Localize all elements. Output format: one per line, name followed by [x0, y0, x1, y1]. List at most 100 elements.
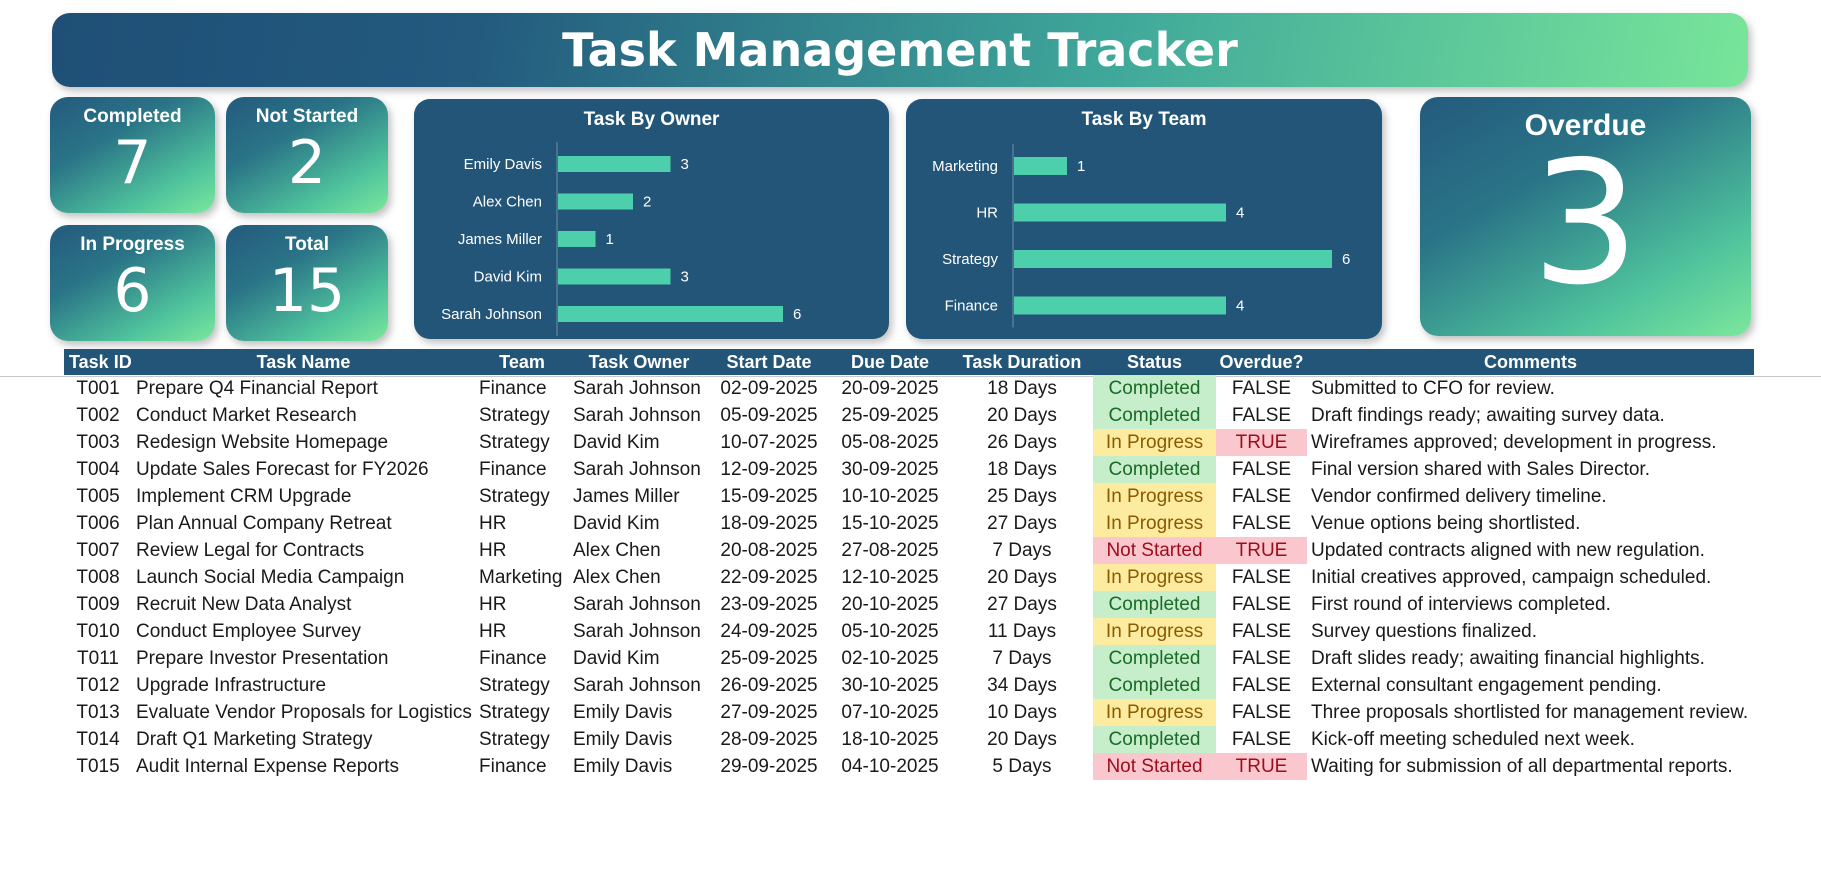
- overdue-cell[interactable]: FALSE: [1216, 645, 1307, 672]
- due-date-cell[interactable]: 27-08-2025: [829, 537, 951, 564]
- task-id-cell[interactable]: T003: [64, 429, 132, 456]
- overdue-cell[interactable]: TRUE: [1216, 429, 1307, 456]
- due-date-cell[interactable]: 10-10-2025: [829, 483, 951, 510]
- task-id-cell[interactable]: T009: [64, 591, 132, 618]
- status-cell[interactable]: Not Started: [1093, 753, 1216, 780]
- overdue-cell[interactable]: FALSE: [1216, 699, 1307, 726]
- task-name-cell[interactable]: Audit Internal Expense Reports: [132, 753, 475, 780]
- task-owner-cell[interactable]: Emily Davis: [569, 699, 709, 726]
- overdue-cell[interactable]: FALSE: [1216, 672, 1307, 699]
- team-cell[interactable]: Strategy: [475, 726, 569, 753]
- task-duration-cell[interactable]: 10 Days: [951, 699, 1093, 726]
- start-date-cell[interactable]: 05-09-2025: [709, 402, 829, 429]
- due-date-cell[interactable]: 18-10-2025: [829, 726, 951, 753]
- overdue-cell[interactable]: FALSE: [1216, 456, 1307, 483]
- team-cell[interactable]: Finance: [475, 753, 569, 780]
- status-cell[interactable]: Completed: [1093, 375, 1216, 402]
- overdue-cell[interactable]: FALSE: [1216, 483, 1307, 510]
- start-date-cell[interactable]: 02-09-2025: [709, 375, 829, 402]
- task-owner-cell[interactable]: Sarah Johnson: [569, 591, 709, 618]
- comments-cell[interactable]: Submitted to CFO for review.: [1307, 375, 1754, 402]
- task-owner-cell[interactable]: David Kim: [569, 645, 709, 672]
- comments-cell[interactable]: Draft slides ready; awaiting financial h…: [1307, 645, 1754, 672]
- header-task-name[interactable]: Task Name: [132, 349, 475, 375]
- task-id-cell[interactable]: T014: [64, 726, 132, 753]
- due-date-cell[interactable]: 07-10-2025: [829, 699, 951, 726]
- task-id-cell[interactable]: T004: [64, 456, 132, 483]
- task-owner-cell[interactable]: James Miller: [569, 483, 709, 510]
- comments-cell[interactable]: Initial creatives approved, campaign sch…: [1307, 564, 1754, 591]
- team-cell[interactable]: HR: [475, 591, 569, 618]
- task-id-cell[interactable]: T010: [64, 618, 132, 645]
- task-owner-cell[interactable]: Emily Davis: [569, 726, 709, 753]
- status-cell[interactable]: In Progress: [1093, 510, 1216, 537]
- start-date-cell[interactable]: 26-09-2025: [709, 672, 829, 699]
- task-name-cell[interactable]: Conduct Market Research: [132, 402, 475, 429]
- task-owner-cell[interactable]: David Kim: [569, 510, 709, 537]
- task-name-cell[interactable]: Update Sales Forecast for FY2026: [132, 456, 475, 483]
- task-name-cell[interactable]: Redesign Website Homepage: [132, 429, 475, 456]
- status-cell[interactable]: In Progress: [1093, 429, 1216, 456]
- start-date-cell[interactable]: 29-09-2025: [709, 753, 829, 780]
- task-owner-cell[interactable]: Alex Chen: [569, 564, 709, 591]
- task-duration-cell[interactable]: 18 Days: [951, 456, 1093, 483]
- start-date-cell[interactable]: 22-09-2025: [709, 564, 829, 591]
- task-duration-cell[interactable]: 7 Days: [951, 645, 1093, 672]
- start-date-cell[interactable]: 15-09-2025: [709, 483, 829, 510]
- status-cell[interactable]: Completed: [1093, 591, 1216, 618]
- comments-cell[interactable]: Updated contracts aligned with new regul…: [1307, 537, 1754, 564]
- task-owner-cell[interactable]: Sarah Johnson: [569, 456, 709, 483]
- start-date-cell[interactable]: 28-09-2025: [709, 726, 829, 753]
- status-cell[interactable]: In Progress: [1093, 699, 1216, 726]
- task-owner-cell[interactable]: Sarah Johnson: [569, 672, 709, 699]
- status-cell[interactable]: In Progress: [1093, 564, 1216, 591]
- task-name-cell[interactable]: Conduct Employee Survey: [132, 618, 475, 645]
- team-cell[interactable]: Strategy: [475, 699, 569, 726]
- status-cell[interactable]: Completed: [1093, 672, 1216, 699]
- header-due-date[interactable]: Due Date: [829, 349, 951, 375]
- task-duration-cell[interactable]: 25 Days: [951, 483, 1093, 510]
- team-cell[interactable]: Strategy: [475, 672, 569, 699]
- task-name-cell[interactable]: Upgrade Infrastructure: [132, 672, 475, 699]
- task-duration-cell[interactable]: 27 Days: [951, 591, 1093, 618]
- team-cell[interactable]: Strategy: [475, 402, 569, 429]
- team-cell[interactable]: Strategy: [475, 429, 569, 456]
- header-overdue[interactable]: Overdue?: [1216, 349, 1307, 375]
- comments-cell[interactable]: First round of interviews completed.: [1307, 591, 1754, 618]
- task-id-cell[interactable]: T006: [64, 510, 132, 537]
- header-task-duration[interactable]: Task Duration: [951, 349, 1093, 375]
- comments-cell[interactable]: Draft findings ready; awaiting survey da…: [1307, 402, 1754, 429]
- team-cell[interactable]: Finance: [475, 375, 569, 402]
- due-date-cell[interactable]: 15-10-2025: [829, 510, 951, 537]
- comments-cell[interactable]: Vendor confirmed delivery timeline.: [1307, 483, 1754, 510]
- due-date-cell[interactable]: 25-09-2025: [829, 402, 951, 429]
- status-cell[interactable]: Completed: [1093, 456, 1216, 483]
- task-duration-cell[interactable]: 11 Days: [951, 618, 1093, 645]
- task-id-cell[interactable]: T002: [64, 402, 132, 429]
- due-date-cell[interactable]: 12-10-2025: [829, 564, 951, 591]
- overdue-cell[interactable]: FALSE: [1216, 510, 1307, 537]
- comments-cell[interactable]: Three proposals shortlisted for manageme…: [1307, 699, 1754, 726]
- status-cell[interactable]: Completed: [1093, 645, 1216, 672]
- start-date-cell[interactable]: 23-09-2025: [709, 591, 829, 618]
- team-cell[interactable]: Strategy: [475, 483, 569, 510]
- due-date-cell[interactable]: 20-09-2025: [829, 375, 951, 402]
- task-owner-cell[interactable]: David Kim: [569, 429, 709, 456]
- due-date-cell[interactable]: 02-10-2025: [829, 645, 951, 672]
- overdue-cell[interactable]: FALSE: [1216, 591, 1307, 618]
- task-name-cell[interactable]: Prepare Investor Presentation: [132, 645, 475, 672]
- start-date-cell[interactable]: 10-07-2025: [709, 429, 829, 456]
- task-duration-cell[interactable]: 34 Days: [951, 672, 1093, 699]
- header-team[interactable]: Team: [475, 349, 569, 375]
- task-name-cell[interactable]: Implement CRM Upgrade: [132, 483, 475, 510]
- overdue-cell[interactable]: FALSE: [1216, 726, 1307, 753]
- team-cell[interactable]: HR: [475, 618, 569, 645]
- due-date-cell[interactable]: 05-08-2025: [829, 429, 951, 456]
- task-id-cell[interactable]: T005: [64, 483, 132, 510]
- task-owner-cell[interactable]: Sarah Johnson: [569, 402, 709, 429]
- task-id-cell[interactable]: T007: [64, 537, 132, 564]
- team-cell[interactable]: Finance: [475, 645, 569, 672]
- header-comments[interactable]: Comments: [1307, 349, 1754, 375]
- status-cell[interactable]: Not Started: [1093, 537, 1216, 564]
- task-owner-cell[interactable]: Sarah Johnson: [569, 375, 709, 402]
